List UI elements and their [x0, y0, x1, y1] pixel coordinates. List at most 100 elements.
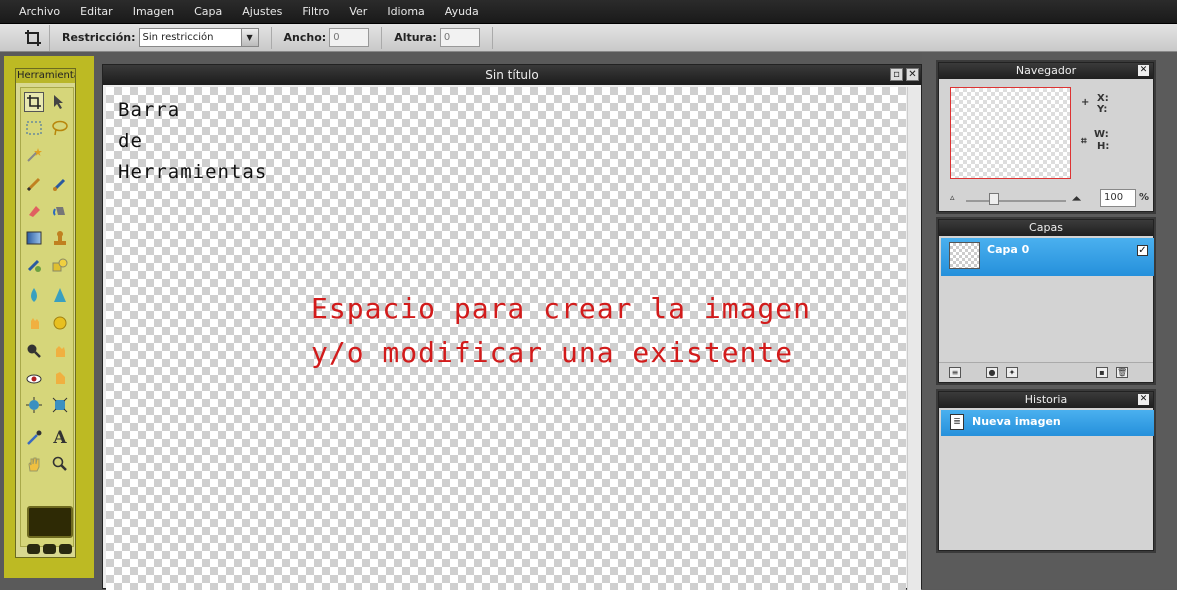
mode-button[interactable]: [43, 544, 56, 554]
y-label: Y:: [1097, 104, 1108, 115]
annotation-line: Espacio para crear la imagen: [311, 292, 812, 325]
annotation-line: Barra: [118, 99, 181, 121]
smudge-icon[interactable]: [24, 313, 44, 333]
navigator-title: Navegador ✕: [939, 63, 1153, 79]
x-label: X:: [1097, 93, 1109, 104]
restriction-label: Restricción:: [62, 31, 136, 44]
red-eye-icon[interactable]: [24, 368, 44, 388]
document-titlebar[interactable]: Sin título ▫ ✕: [103, 65, 921, 85]
zoom-in-icon[interactable]: ⏶: [1072, 192, 1081, 206]
layer-menu-icon[interactable]: ≡: [949, 367, 961, 378]
close-icon[interactable]: ✕: [906, 68, 919, 81]
gradient-icon[interactable]: [24, 228, 44, 248]
annotation-line: Herramientas: [118, 161, 268, 183]
height-label: Altura:: [394, 31, 437, 44]
vertical-scrollbar[interactable]: [907, 87, 921, 590]
h-label: H:: [1097, 141, 1110, 152]
menu-archivo[interactable]: Archivo: [12, 5, 67, 18]
history-panel: Historia ✕ ≣ Nueva imagen: [938, 391, 1154, 551]
layer-mask-icon[interactable]: ●: [986, 367, 998, 378]
tools-grid: A: [20, 87, 74, 554]
layers-footer: ≡ ● ✦ ▪ 🗑: [939, 362, 1153, 382]
layers-panel: Capas Capa 0 ✓ ≡ ● ✦ ▪ 🗑: [938, 219, 1154, 383]
menu-imagen[interactable]: Imagen: [126, 5, 181, 18]
menu-ayuda[interactable]: Ayuda: [438, 5, 486, 18]
zoom-slider-thumb[interactable]: [989, 193, 999, 205]
history-item[interactable]: ≣ Nueva imagen: [941, 410, 1154, 436]
navigator-panel: Navegador ✕ + X: Y: ⌗ W: H: ▵ ⏶ 100 %: [938, 62, 1154, 212]
clone-stamp-icon[interactable]: [50, 228, 70, 248]
menu-ajustes[interactable]: Ajustes: [235, 5, 289, 18]
document-window: Sin título ▫ ✕ Barra de Herramientas Esp…: [102, 64, 922, 590]
size-icon: ⌗: [1081, 136, 1087, 147]
pinch-icon[interactable]: [50, 395, 70, 415]
tools-annotation: Barra de Herramientas: [118, 95, 267, 188]
menu-capa[interactable]: Capa: [187, 5, 229, 18]
layers-title: Capas: [939, 220, 1153, 236]
zoom-unit: %: [1139, 192, 1150, 203]
menu-filtro[interactable]: Filtro: [295, 5, 336, 18]
color-swatch[interactable]: [27, 506, 73, 538]
annotation-line: de: [118, 130, 143, 152]
spot-heal-icon[interactable]: [50, 368, 70, 388]
hand-icon[interactable]: [24, 454, 44, 474]
menu-ver[interactable]: Ver: [342, 5, 374, 18]
bloat-icon[interactable]: [24, 395, 44, 415]
crop-tool-indicator[interactable]: [16, 24, 50, 51]
crop-tool-icon[interactable]: [24, 92, 44, 112]
close-icon[interactable]: ✕: [1138, 65, 1149, 76]
restriction-select[interactable]: Sin restricción ▼: [138, 28, 259, 47]
trash-icon[interactable]: 🗑: [1116, 367, 1128, 378]
zoom-slider[interactable]: [966, 200, 1066, 202]
sharpen-icon[interactable]: [50, 285, 70, 305]
mode-button[interactable]: [59, 544, 72, 554]
shape-icon[interactable]: [50, 255, 70, 275]
mode-button[interactable]: [27, 544, 40, 554]
navigator-title-text: Navegador: [1015, 64, 1077, 77]
height-input[interactable]: 0: [439, 28, 480, 47]
layer-visibility-checkbox[interactable]: ✓: [1137, 245, 1148, 256]
w-label: W:: [1094, 129, 1109, 140]
zoom-out-icon[interactable]: ▵: [950, 193, 955, 203]
crop-icon: [24, 29, 41, 46]
layer-row[interactable]: Capa 0 ✓: [941, 238, 1154, 276]
marquee-tool-icon[interactable]: [24, 118, 44, 138]
zoom-input[interactable]: 100: [1100, 189, 1136, 207]
maximize-icon[interactable]: ▫: [890, 68, 903, 81]
tools-panel: Herramientas: [15, 68, 76, 558]
color-picker-icon[interactable]: [24, 428, 44, 448]
tools-panel-title: Herramientas: [16, 69, 75, 83]
annotation-line: y/o modificar una existente: [311, 336, 794, 369]
paint-bucket-icon[interactable]: [50, 201, 70, 221]
separator: [270, 26, 272, 49]
width-input[interactable]: 0: [329, 28, 370, 47]
text-tool-icon[interactable]: A: [50, 428, 70, 448]
image-canvas[interactable]: Barra de Herramientas Espacio para crear…: [106, 87, 906, 590]
eraser-icon[interactable]: [24, 201, 44, 221]
crosshair-icon: +: [1081, 97, 1090, 108]
history-title-text: Historia: [1024, 393, 1068, 406]
dodge-icon[interactable]: [24, 341, 44, 361]
layer-style-icon[interactable]: ✦: [1006, 367, 1018, 378]
canvas-annotation: Espacio para crear la imagen y/o modific…: [311, 287, 811, 375]
restriction-value: Sin restricción: [142, 32, 214, 43]
magic-wand-icon[interactable]: [24, 145, 44, 165]
history-title: Historia ✕: [939, 392, 1153, 408]
new-layer-icon[interactable]: ▪: [1096, 367, 1108, 378]
menu-idioma[interactable]: Idioma: [380, 5, 431, 18]
sponge-icon[interactable]: [50, 313, 70, 333]
options-bar: Restricción: Sin restricción ▼ Ancho: 0 …: [0, 24, 1177, 52]
burn-icon[interactable]: [50, 341, 70, 361]
zoom-icon[interactable]: [50, 454, 70, 474]
navigator-preview[interactable]: [950, 87, 1071, 179]
menu-editar[interactable]: Editar: [73, 5, 120, 18]
blur-icon[interactable]: [24, 285, 44, 305]
close-icon[interactable]: ✕: [1138, 394, 1149, 405]
pencil-icon[interactable]: [24, 174, 44, 194]
lasso-tool-icon[interactable]: [50, 118, 70, 138]
brush-icon[interactable]: [50, 174, 70, 194]
document-icon: ≣: [950, 414, 964, 430]
color-replace-icon[interactable]: [24, 255, 44, 275]
document-title: Sin título: [485, 68, 539, 82]
move-tool-icon[interactable]: [50, 92, 70, 112]
